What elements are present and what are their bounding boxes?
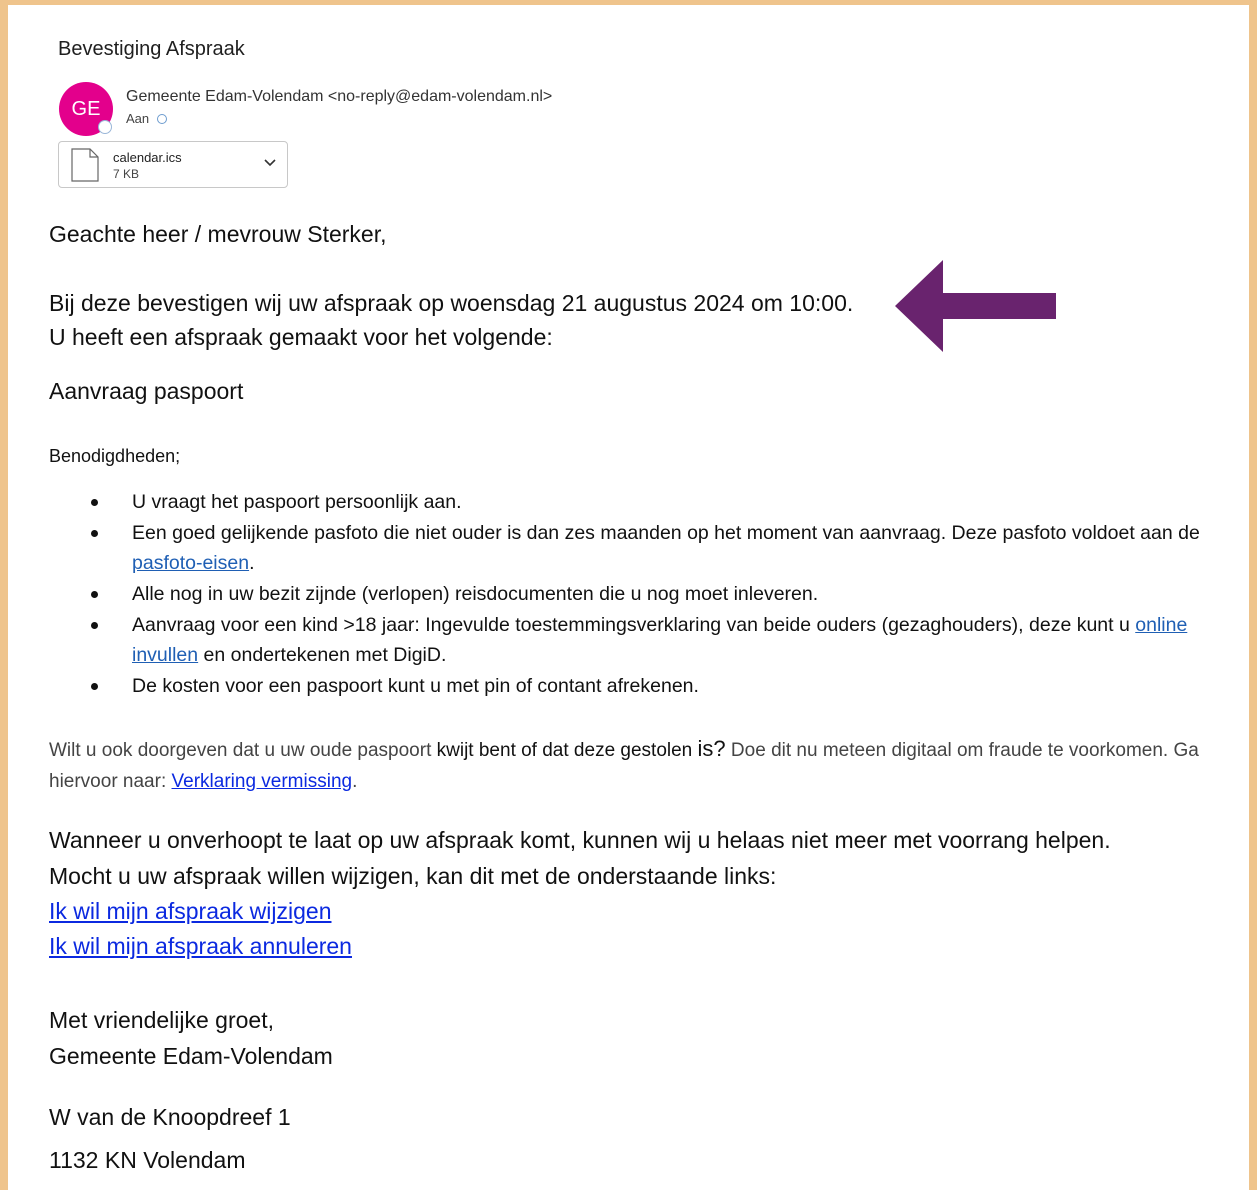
arrow-left-icon bbox=[895, 260, 1056, 352]
list-item: U vraagt het paspoort persoonlijk aan. bbox=[49, 487, 1229, 517]
salutation: Geachte heer / mevrouw Sterker, bbox=[49, 221, 387, 247]
closing-greeting: Met vriendelijke groet, bbox=[49, 1007, 274, 1033]
list-item: Aanvraag voor een kind >18 jaar: Ingevul… bbox=[49, 610, 1229, 670]
late-arrival-notice: Wanneer u onverhoopt te laat op uw afspr… bbox=[49, 827, 1111, 853]
recipient-line: Aan bbox=[126, 111, 168, 126]
chevron-down-icon[interactable] bbox=[263, 158, 277, 168]
attachment-card[interactable]: calendar.ics 7 KB bbox=[58, 141, 288, 188]
list-item: De kosten voor een paspoort kunt u met p… bbox=[49, 671, 1229, 701]
file-icon bbox=[71, 148, 99, 182]
address-street: W van de Knoopdreef 1 bbox=[49, 1104, 291, 1130]
attachment-size: 7 KB bbox=[113, 167, 140, 181]
appointment-intro: U heeft een afspraak gemaakt voor het vo… bbox=[49, 324, 553, 350]
to-label: Aan bbox=[126, 111, 150, 126]
verklaring-vermissing-link[interactable]: Verklaring vermissing bbox=[172, 771, 353, 792]
confirmation-line: Bij deze bevestigen wij uw afspraak op w… bbox=[49, 290, 854, 316]
cancel-appointment-link[interactable]: Ik wil mijn afspraak annuleren bbox=[49, 933, 352, 959]
lost-passport-notice: Wilt u ook doorgeven dat u uw oude paspo… bbox=[49, 736, 1199, 792]
address-city: 1132 KN Volendam bbox=[49, 1147, 246, 1173]
presence-icon bbox=[98, 120, 112, 134]
recipient-presence-icon[interactable] bbox=[157, 114, 168, 124]
service-title: Aanvraag paspoort bbox=[49, 378, 244, 404]
sender-name[interactable]: Gemeente Edam-Volendam <no-reply@edam-vo… bbox=[126, 88, 552, 106]
list-item: Alle nog in uw bezit zijnde (verlopen) r… bbox=[49, 579, 1229, 609]
change-instructions: Mocht u uw afspraak willen wijzigen, kan… bbox=[49, 863, 777, 889]
requirements-heading: Benodigdheden; bbox=[49, 446, 181, 466]
organisation-name: Gemeente Edam-Volendam bbox=[49, 1043, 333, 1069]
list-item: Een goed gelijkende pasfoto die niet oud… bbox=[49, 518, 1229, 578]
pasfoto-eisen-link[interactable]: pasfoto-eisen bbox=[132, 552, 249, 574]
change-appointment-link[interactable]: Ik wil mijn afspraak wijzigen bbox=[49, 898, 331, 924]
email-subject: Bevestiging Afspraak bbox=[58, 38, 245, 60]
requirements-list: U vraagt het paspoort persoonlijk aan. E… bbox=[49, 487, 1229, 702]
attachment-name: calendar.ics bbox=[113, 150, 182, 165]
